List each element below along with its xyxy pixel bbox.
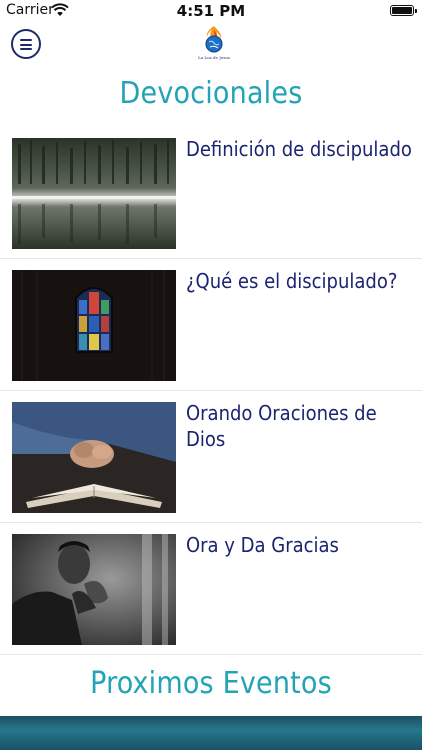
- devotional-title: Ora y Da Gracias: [186, 533, 339, 557]
- hands-praying-on-bible-image: [12, 402, 176, 513]
- event-banner-image[interactable]: [0, 716, 422, 750]
- battery-icon: [390, 5, 417, 16]
- devotional-title: ¿Qué es el discipulado?: [186, 269, 398, 293]
- logo-text: La Luz de Jesus: [198, 55, 230, 60]
- stained-glass-window-image: [12, 270, 176, 381]
- devotional-title: Definición de discipulado: [186, 137, 412, 161]
- misty-forest-lake-image: [12, 138, 176, 249]
- menu-button[interactable]: [11, 29, 41, 59]
- clock: 4:51 PM: [176, 2, 246, 20]
- devotional-title: Orando Oraciones de Dios: [186, 401, 377, 451]
- devotionals-heading: Devocionales: [119, 76, 303, 111]
- man-praying-image: [12, 534, 176, 645]
- app-logo: La Luz de Jesus: [196, 25, 232, 65]
- menu-line: [20, 43, 32, 46]
- menu-line: [20, 39, 32, 41]
- list-item[interactable]: Ora y Da Gracias: [0, 522, 422, 655]
- list-item[interactable]: Orando Oraciones de Dios: [0, 390, 422, 523]
- flame-globe-icon: [205, 26, 223, 53]
- list-item[interactable]: Definición de discipulado: [0, 126, 422, 259]
- list-item[interactable]: ¿Qué es el discipulado?: [0, 258, 422, 391]
- events-heading: Proximos Eventos: [90, 666, 332, 701]
- menu-line: [20, 48, 32, 50]
- status-bar: Carrier 4:51 PM: [0, 0, 422, 22]
